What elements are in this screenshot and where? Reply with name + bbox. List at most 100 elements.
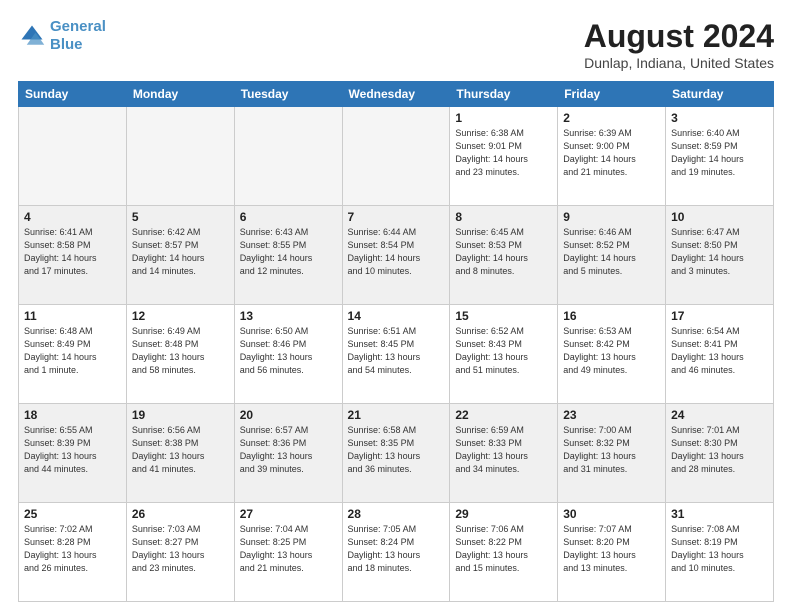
calendar-week-row: 11 Sunrise: 6:48 AM Sunset: 8:49 PM Dayli… [19,305,774,404]
calendar-day-cell: 22 Sunrise: 6:59 AM Sunset: 8:33 PM Dayli… [450,404,558,503]
day-number: 2 [563,111,660,125]
logo-icon [18,22,46,50]
calendar-header-wednesday: Wednesday [342,82,450,107]
calendar-week-row: 18 Sunrise: 6:55 AM Sunset: 8:39 PM Dayli… [19,404,774,503]
calendar-header-saturday: Saturday [666,82,774,107]
title-block: August 2024 Dunlap, Indiana, United Stat… [584,18,774,71]
day-info: Sunrise: 6:51 AM Sunset: 8:45 PM Dayligh… [348,325,445,377]
day-info: Sunrise: 7:04 AM Sunset: 8:25 PM Dayligh… [240,523,337,575]
day-info: Sunrise: 6:44 AM Sunset: 8:54 PM Dayligh… [348,226,445,278]
calendar-day-cell: 28 Sunrise: 7:05 AM Sunset: 8:24 PM Dayli… [342,503,450,602]
day-number: 23 [563,408,660,422]
header: General Blue August 2024 Dunlap, Indiana… [18,18,774,71]
day-number: 28 [348,507,445,521]
day-info: Sunrise: 6:46 AM Sunset: 8:52 PM Dayligh… [563,226,660,278]
day-number: 6 [240,210,337,224]
calendar-day-cell: 8Sunrise: 6:45 AM Sunset: 8:53 PM Daylig… [450,206,558,305]
calendar-day-cell: 13Sunrise: 6:50 AM Sunset: 8:46 PM Dayli… [234,305,342,404]
calendar-table: SundayMondayTuesdayWednesdayThursdayFrid… [18,81,774,602]
day-info: Sunrise: 6:42 AM Sunset: 8:57 PM Dayligh… [132,226,229,278]
day-number: 15 [455,309,552,323]
day-number: 27 [240,507,337,521]
calendar-day-cell: 24Sunrise: 7:01 AM Sunset: 8:30 PM Dayli… [666,404,774,503]
day-info: Sunrise: 6:50 AM Sunset: 8:46 PM Dayligh… [240,325,337,377]
day-info: Sunrise: 7:00 AM Sunset: 8:32 PM Dayligh… [563,424,660,476]
day-info: Sunrise: 6:48 AM Sunset: 8:49 PM Dayligh… [24,325,121,377]
calendar-day-cell: 12 Sunrise: 6:49 AM Sunset: 8:48 PM Dayli… [126,305,234,404]
calendar-week-row: 25 Sunrise: 7:02 AM Sunset: 8:28 PM Dayli… [19,503,774,602]
day-number: 19 [132,408,229,422]
day-info: Sunrise: 7:06 AM Sunset: 8:22 PM Dayligh… [455,523,552,575]
calendar-day-cell [234,107,342,206]
calendar-header-friday: Friday [558,82,666,107]
day-number: 9 [563,210,660,224]
day-info: Sunrise: 6:58 AM Sunset: 8:35 PM Dayligh… [348,424,445,476]
day-number: 11 [24,309,121,323]
day-info: Sunrise: 6:52 AM Sunset: 8:43 PM Dayligh… [455,325,552,377]
day-info: Sunrise: 6:49 AM Sunset: 8:48 PM Dayligh… [132,325,229,377]
day-info: Sunrise: 6:45 AM Sunset: 8:53 PM Dayligh… [455,226,552,278]
calendar-day-cell [342,107,450,206]
calendar-day-cell: 23 Sunrise: 7:00 AM Sunset: 8:32 PM Dayli… [558,404,666,503]
calendar-day-cell: 6 Sunrise: 6:43 AM Sunset: 8:55 PM Daylig… [234,206,342,305]
day-info: Sunrise: 6:54 AM Sunset: 8:41 PM Dayligh… [671,325,768,377]
logo-general: General [50,18,106,35]
calendar-day-cell: 25 Sunrise: 7:02 AM Sunset: 8:28 PM Dayli… [19,503,127,602]
calendar-day-cell: 10Sunrise: 6:47 AM Sunset: 8:50 PM Dayli… [666,206,774,305]
calendar-day-cell: 18 Sunrise: 6:55 AM Sunset: 8:39 PM Dayli… [19,404,127,503]
calendar-day-cell [19,107,127,206]
calendar-day-cell: 17 Sunrise: 6:54 AM Sunset: 8:41 PM Dayli… [666,305,774,404]
calendar-week-row: 1 Sunrise: 6:38 AM Sunset: 9:01 PM Daylig… [19,107,774,206]
calendar-day-cell: 5 Sunrise: 6:42 AM Sunset: 8:57 PM Daylig… [126,206,234,305]
calendar-day-cell: 20Sunrise: 6:57 AM Sunset: 8:36 PM Dayli… [234,404,342,503]
day-number: 3 [671,111,768,125]
day-number: 7 [348,210,445,224]
logo-text: General Blue [50,18,106,54]
calendar-day-cell: 4Sunrise: 6:41 AM Sunset: 8:58 PM Daylig… [19,206,127,305]
page: General Blue August 2024 Dunlap, Indiana… [0,0,792,612]
calendar-header-sunday: Sunday [19,82,127,107]
day-number: 5 [132,210,229,224]
day-number: 30 [563,507,660,521]
calendar-day-cell: 31Sunrise: 7:08 AM Sunset: 8:19 PM Dayli… [666,503,774,602]
day-number: 12 [132,309,229,323]
day-info: Sunrise: 6:38 AM Sunset: 9:01 PM Dayligh… [455,127,552,179]
day-info: Sunrise: 6:43 AM Sunset: 8:55 PM Dayligh… [240,226,337,278]
day-number: 17 [671,309,768,323]
day-number: 29 [455,507,552,521]
day-number: 21 [348,408,445,422]
main-title: August 2024 [584,18,774,55]
calendar-day-cell: 9 Sunrise: 6:46 AM Sunset: 8:52 PM Daylig… [558,206,666,305]
day-info: Sunrise: 6:53 AM Sunset: 8:42 PM Dayligh… [563,325,660,377]
calendar-day-cell: 7 Sunrise: 6:44 AM Sunset: 8:54 PM Daylig… [342,206,450,305]
day-info: Sunrise: 6:59 AM Sunset: 8:33 PM Dayligh… [455,424,552,476]
calendar-day-cell: 14Sunrise: 6:51 AM Sunset: 8:45 PM Dayli… [342,305,450,404]
day-number: 1 [455,111,552,125]
day-info: Sunrise: 6:55 AM Sunset: 8:39 PM Dayligh… [24,424,121,476]
day-number: 25 [24,507,121,521]
day-info: Sunrise: 7:05 AM Sunset: 8:24 PM Dayligh… [348,523,445,575]
calendar-header-tuesday: Tuesday [234,82,342,107]
day-number: 18 [24,408,121,422]
calendar-header-monday: Monday [126,82,234,107]
day-info: Sunrise: 7:03 AM Sunset: 8:27 PM Dayligh… [132,523,229,575]
day-info: Sunrise: 7:08 AM Sunset: 8:19 PM Dayligh… [671,523,768,575]
calendar-day-cell: 26 Sunrise: 7:03 AM Sunset: 8:27 PM Dayli… [126,503,234,602]
day-info: Sunrise: 6:56 AM Sunset: 8:38 PM Dayligh… [132,424,229,476]
day-info: Sunrise: 7:07 AM Sunset: 8:20 PM Dayligh… [563,523,660,575]
calendar-header-row: SundayMondayTuesdayWednesdayThursdayFrid… [19,82,774,107]
day-number: 20 [240,408,337,422]
calendar-day-cell: 29 Sunrise: 7:06 AM Sunset: 8:22 PM Dayli… [450,503,558,602]
calendar-day-cell: 30 Sunrise: 7:07 AM Sunset: 8:20 PM Dayli… [558,503,666,602]
logo: General Blue [18,18,106,54]
logo-blue: Blue [50,36,83,53]
day-info: Sunrise: 7:02 AM Sunset: 8:28 PM Dayligh… [24,523,121,575]
calendar-day-cell [126,107,234,206]
calendar-header-thursday: Thursday [450,82,558,107]
calendar-day-cell: 1 Sunrise: 6:38 AM Sunset: 9:01 PM Daylig… [450,107,558,206]
calendar-day-cell: 16 Sunrise: 6:53 AM Sunset: 8:42 PM Dayli… [558,305,666,404]
day-number: 22 [455,408,552,422]
day-number: 26 [132,507,229,521]
calendar-day-cell: 3Sunrise: 6:40 AM Sunset: 8:59 PM Daylig… [666,107,774,206]
day-number: 16 [563,309,660,323]
